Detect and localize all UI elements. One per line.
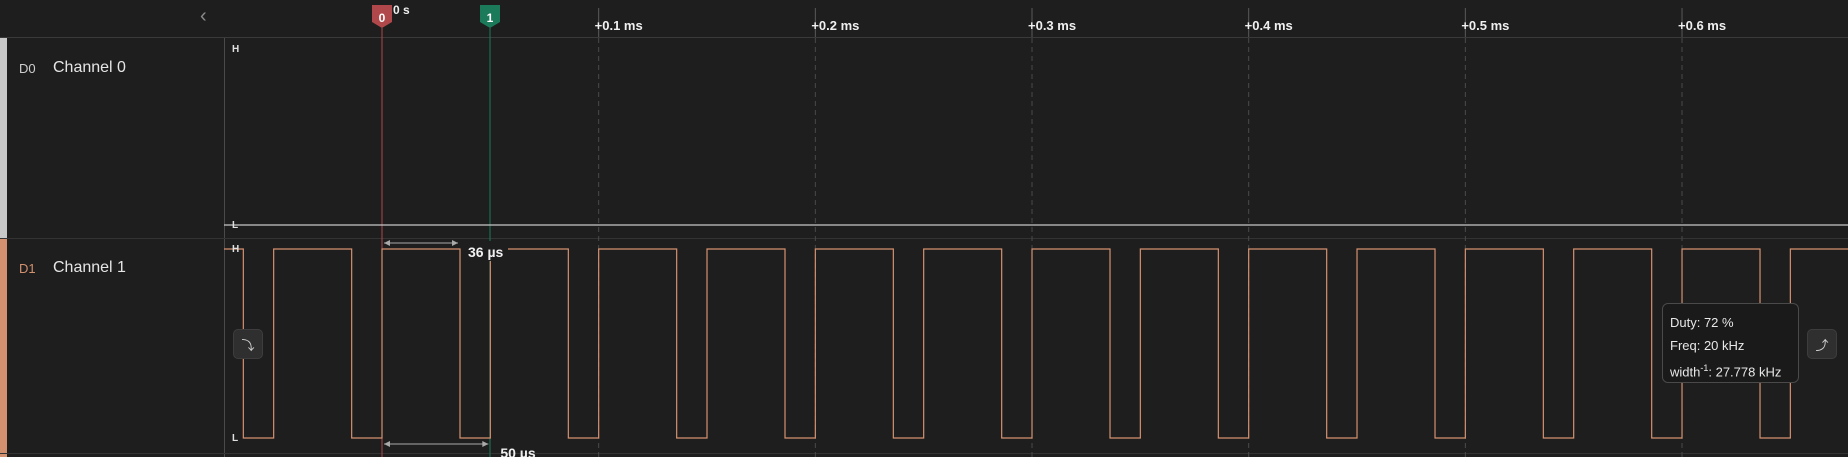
- time-tick-label: +0.4 ms: [1245, 18, 1293, 33]
- duty-readout: Duty: 72 %: [1670, 315, 1734, 330]
- rising-edge-search-icon[interactable]: ⤴: [1807, 329, 1837, 359]
- logic-analyzer-app: ‹ D0 Channel 0 D1 Channel 1 +0.1 ms +0.2 …: [0, 0, 1848, 457]
- time-tick-label: +0.2 ms: [811, 18, 859, 33]
- measurement-tooltip: Duty: 72 % Freq: 20 kHz width-1: 27.778 …: [1662, 303, 1799, 383]
- channel-1-high-label: H: [232, 244, 239, 255]
- time-origin-label: 0 s: [393, 3, 410, 17]
- period-label: 50 µs: [500, 445, 536, 457]
- frequency-readout: Freq: 20 kHz: [1670, 338, 1745, 353]
- falling-edge-trigger-icon[interactable]: ⤵: [233, 329, 263, 359]
- time-tick-label: +0.3 ms: [1028, 18, 1076, 33]
- channel-0-high-label: H: [232, 44, 239, 55]
- pulse-width-label: 36 µs: [468, 244, 504, 260]
- channel-1-signal: [224, 248, 1848, 439]
- waveform-view[interactable]: +0.1 ms +0.2 ms +0.3 ms +0.4 ms +0.5 ms +0.6 …: [0, 0, 1848, 457]
- channel-1-low-label: L: [232, 433, 238, 444]
- time-tick-label: +0.6 ms: [1678, 18, 1726, 33]
- time-tick-label: +0.1 ms: [595, 18, 643, 33]
- time-tick-label: +0.5 ms: [1461, 18, 1509, 33]
- marker-0-label: 0: [379, 11, 386, 25]
- marker-1-label: 1: [487, 11, 494, 25]
- channel-0-low-label: L: [232, 220, 238, 231]
- inverse-width-readout: width-1: 27.778 kHz: [1670, 363, 1782, 380]
